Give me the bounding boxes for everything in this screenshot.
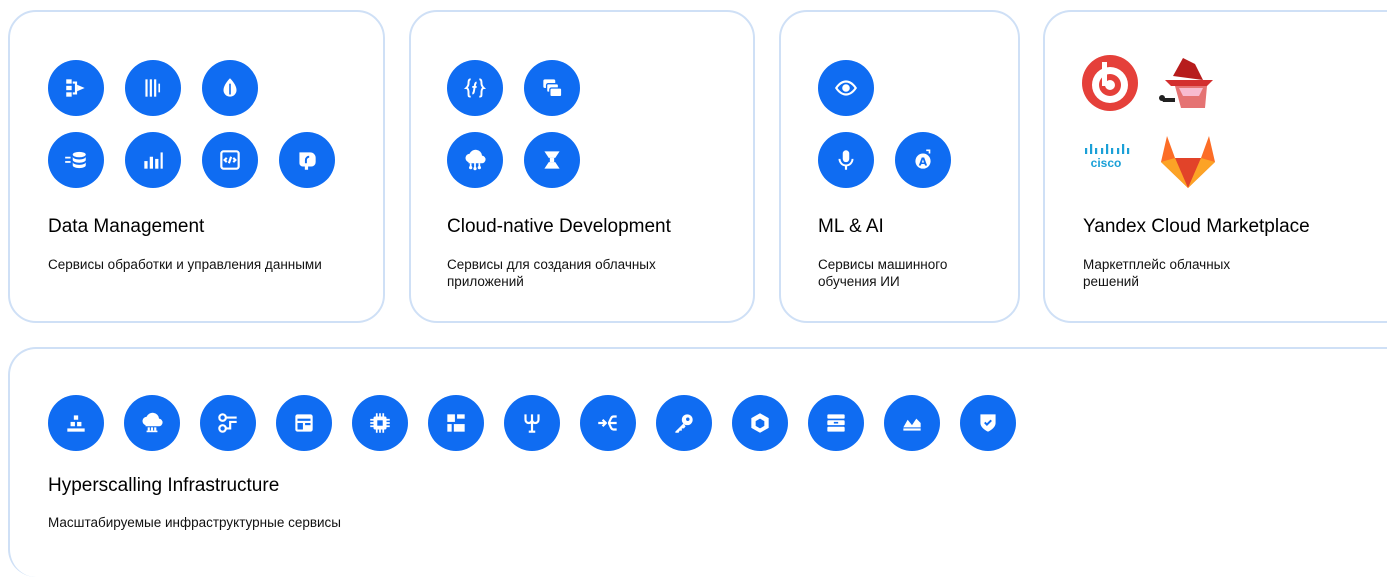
translate-icon: A — [895, 132, 951, 188]
ml-ai-card[interactable]: A ML & AI Сервисы машинного обучения ИИ — [779, 10, 1020, 323]
card-description: Маркетплейс облачных решений — [1083, 257, 1231, 289]
hexagon-icon — [732, 395, 788, 451]
elephant-icon — [279, 132, 335, 188]
cloud-network-icon — [447, 132, 503, 188]
card-title: Yandex Cloud Marketplace — [1083, 216, 1310, 237]
data-transfer-icon — [48, 60, 104, 116]
infrastructure-card[interactable]: Hyperscalling Infrastructure Масштабируе… — [8, 347, 1387, 577]
leaf-db-icon — [202, 60, 258, 116]
svg-text:A: A — [919, 155, 928, 168]
cisco-text: cisco — [1091, 156, 1122, 170]
gitlab-logo — [1161, 136, 1215, 188]
database-stack-icon — [48, 132, 104, 188]
container-registry-icon — [48, 395, 104, 451]
function-braces-icon — [447, 60, 503, 116]
cloud-native-card[interactable]: Cloud-native Development Сервисы для соз… — [409, 10, 755, 323]
card-title: Data Management — [48, 216, 205, 237]
network-nodes-icon — [200, 395, 256, 451]
eye-icon — [818, 60, 874, 116]
bitrix-logo — [1082, 55, 1138, 111]
card-description: Сервисы машинного обучения ИИ — [818, 257, 948, 289]
bar-chart-icon — [125, 132, 181, 188]
instance-group-icon — [276, 395, 332, 451]
stacked-windows-icon — [524, 60, 580, 116]
split-arrow-icon — [580, 395, 636, 451]
api-gateway-icon — [504, 395, 560, 451]
card-description: Масштабируемые инфраструктурные сервисы — [48, 515, 342, 530]
marketplace-card[interactable]: cisco Yandex Cloud Marketplace Маркетпле… — [1043, 10, 1387, 323]
card-description: Сервисы обработки и управления данными — [48, 257, 322, 272]
detective-logo — [1159, 58, 1213, 108]
card-description: Сервисы для создания облачных приложений — [447, 257, 656, 289]
microphone-icon — [818, 132, 874, 188]
storage-drawer-icon — [808, 395, 864, 451]
cisco-logo: cisco — [1085, 144, 1130, 170]
load-blocks-icon — [428, 395, 484, 451]
key-icon — [656, 395, 712, 451]
card-title: ML & AI — [818, 216, 884, 237]
code-window-icon — [202, 132, 258, 188]
chip-icon — [352, 395, 408, 451]
shield-check-icon — [960, 395, 1016, 451]
data-management-card[interactable]: Data Management Сервисы обработки и упра… — [8, 10, 385, 323]
monitoring-icon — [884, 395, 940, 451]
cloud-cdn-icon — [124, 395, 180, 451]
card-title: Cloud-native Development — [447, 216, 671, 237]
hourglass-icon — [524, 132, 580, 188]
card-title: Hyperscalling Infrastructure — [48, 475, 280, 496]
streams-icon — [125, 60, 181, 116]
